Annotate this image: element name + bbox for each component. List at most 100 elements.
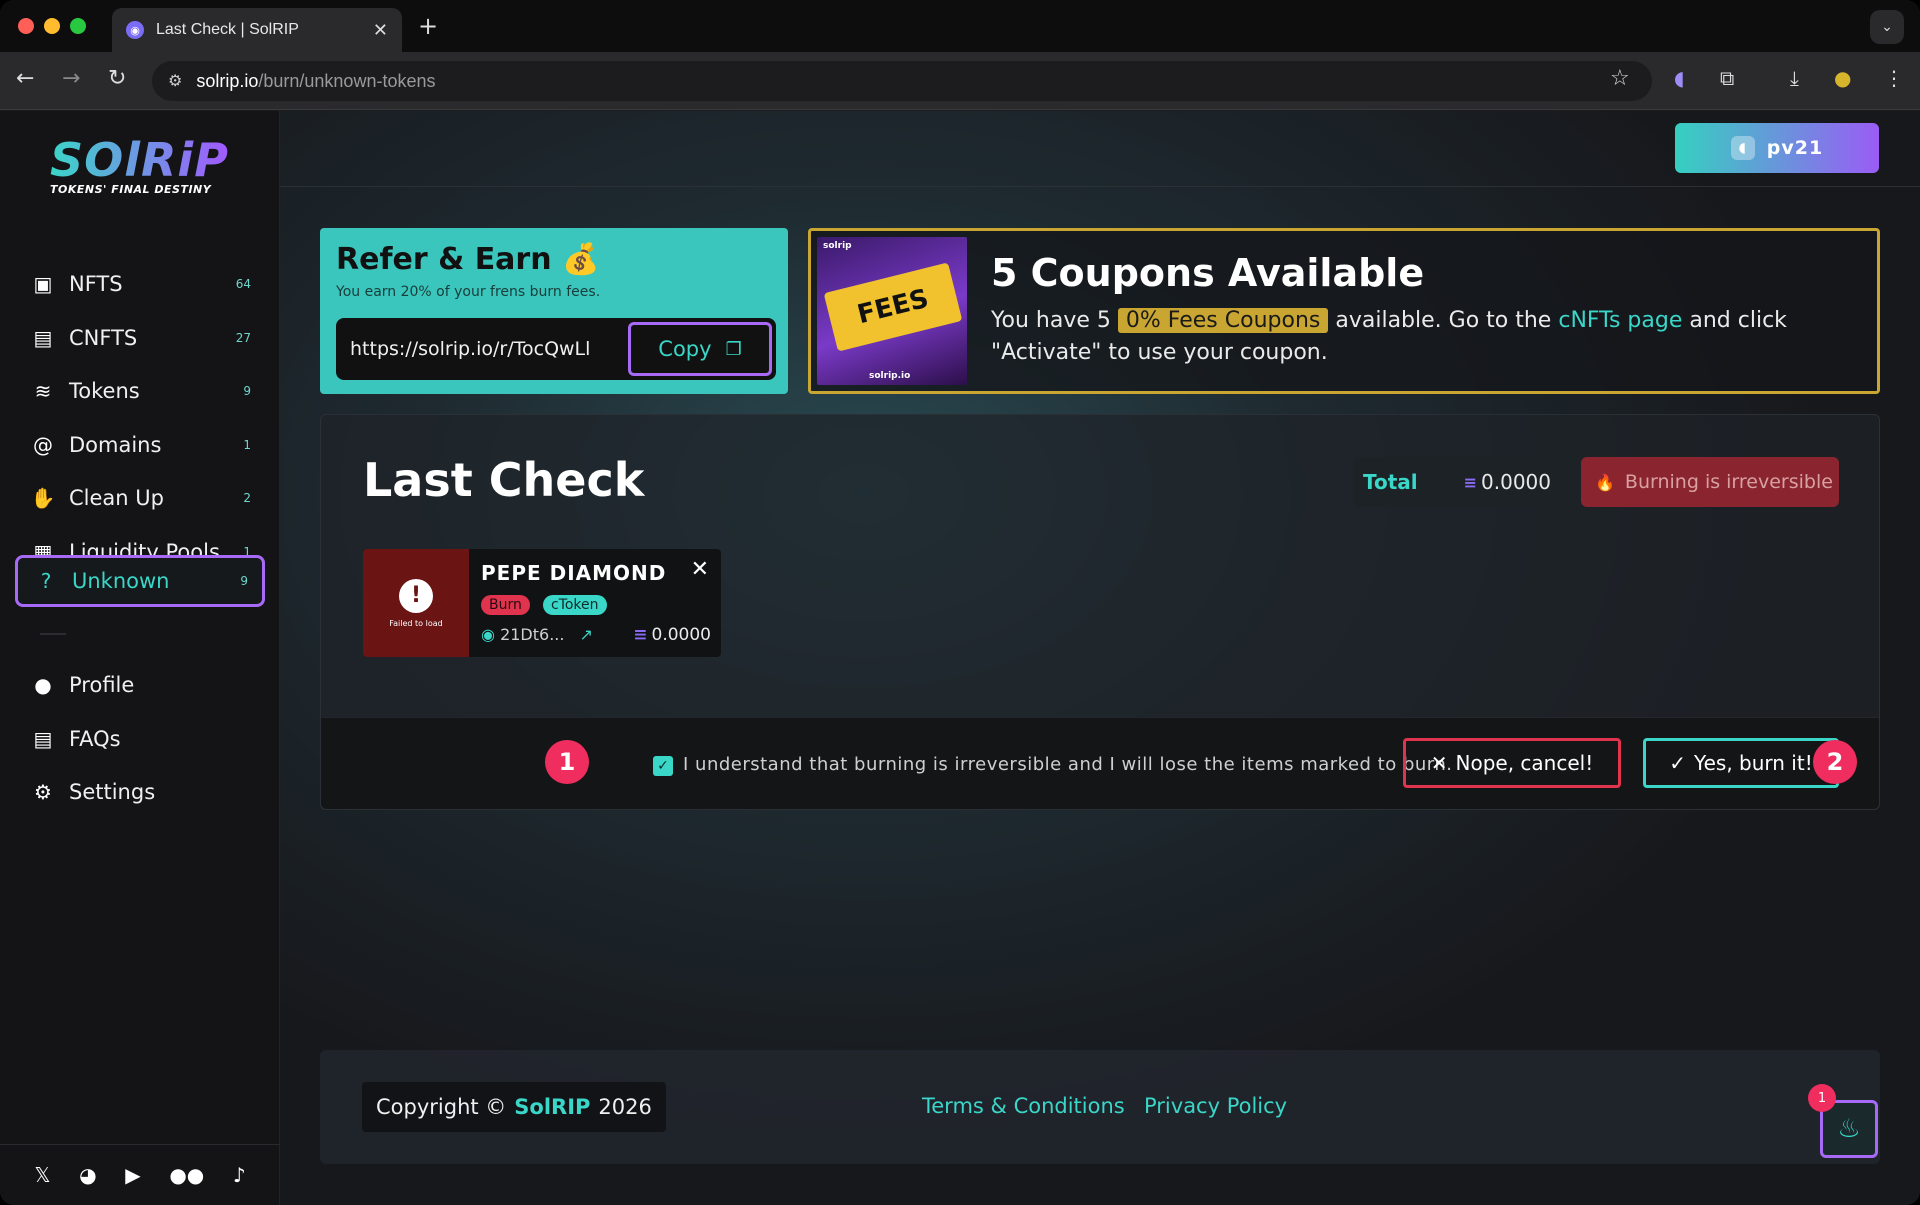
burn-tag: Burn bbox=[481, 595, 530, 615]
token-value: ≡ 0.0000 bbox=[633, 625, 711, 645]
sidebar-item-label: Unknown bbox=[72, 569, 170, 593]
new-tab-button[interactable]: + bbox=[418, 12, 438, 40]
flame-icon: ♨ bbox=[1837, 1114, 1861, 1144]
user-icon: ● bbox=[34, 673, 52, 697]
irreversible-warning: 🔥 Burning is irreversible bbox=[1581, 457, 1839, 507]
browser-menu-icon[interactable]: ⋮ bbox=[1884, 66, 1904, 90]
at-icon: @ bbox=[33, 433, 53, 457]
copy-label: Copy bbox=[658, 337, 712, 361]
sidebar: SOlRiP TOKENS' FINAL DESTINY ▣ NFTS 64 ▤… bbox=[0, 111, 280, 1205]
x-icon: ✕ bbox=[1430, 751, 1448, 775]
sidebar-item-cnfts[interactable]: ▤ CNFTS 27 bbox=[15, 312, 265, 364]
youtube-icon[interactable]: ▶ bbox=[125, 1163, 140, 1187]
token-address[interactable]: ◉ 21Dt6... ↗ bbox=[481, 625, 593, 644]
back-icon[interactable]: ← bbox=[16, 66, 34, 91]
cancel-button[interactable]: ✕ Nope, cancel! bbox=[1403, 738, 1621, 788]
browser-window: ◉ Last Check | SolRIP ✕ + ⌄ ← → ↻ ⚙ solr… bbox=[0, 0, 1920, 1205]
url-path: /burn/unknown-tokens bbox=[258, 70, 436, 91]
app-viewport: SOlRiP TOKENS' FINAL DESTINY ▣ NFTS 64 ▤… bbox=[0, 111, 1920, 1205]
sidebar-item-faqs[interactable]: ▤ FAQs bbox=[15, 713, 265, 765]
image-icon: ▣ bbox=[33, 272, 53, 296]
sidebar-item-label: Clean Up bbox=[69, 486, 164, 510]
sidebar-item-count: 9 bbox=[240, 574, 248, 588]
coupon-image-brand: solrip bbox=[823, 241, 852, 251]
coupon-image: solrip FEES solrip.io bbox=[817, 237, 967, 385]
copy-referral-button[interactable]: Copy ❐ bbox=[628, 322, 772, 376]
extensions-icon[interactable]: ⧉ bbox=[1720, 66, 1734, 90]
wallet-label: pv21 bbox=[1766, 137, 1824, 159]
tiktok-icon[interactable]: ♪ bbox=[233, 1163, 246, 1187]
medium-icon[interactable]: ●● bbox=[169, 1163, 204, 1187]
terms-link[interactable]: Terms & Conditions bbox=[922, 1094, 1125, 1118]
sidebar-item-count: 2 bbox=[243, 491, 251, 505]
download-icon[interactable]: ⤓ bbox=[1790, 66, 1799, 90]
minimize-window-icon[interactable] bbox=[44, 18, 60, 34]
sidebar-item-settings[interactable]: ⚙ Settings bbox=[15, 766, 265, 818]
warning-text: Burning is irreversible bbox=[1624, 471, 1833, 493]
bookmark-star-icon[interactable]: ☆ bbox=[1610, 66, 1630, 91]
token-address-text: 21Dt6... bbox=[500, 625, 565, 644]
sidebar-item-label: FAQs bbox=[69, 727, 121, 751]
cnfts-page-link[interactable]: cNFTs page bbox=[1558, 308, 1682, 333]
profile-avatar-icon[interactable]: ● bbox=[1834, 66, 1851, 90]
sidebar-item-profile[interactable]: ● Profile bbox=[15, 659, 265, 711]
hand-icon: ✋ bbox=[30, 486, 56, 510]
close-window-icon[interactable] bbox=[18, 18, 34, 34]
burn-button[interactable]: ✓ Yes, burn it! bbox=[1643, 738, 1839, 788]
wallet-button[interactable]: ◖ pv21 bbox=[1675, 123, 1879, 173]
referral-url[interactable]: https://solrip.io/r/TocQwLl bbox=[350, 338, 630, 360]
coupons-title: 5 Coupons Available bbox=[991, 251, 1425, 295]
sidebar-divider bbox=[40, 633, 66, 635]
token-value-text: 0.0000 bbox=[651, 625, 711, 645]
coupon-ticket: FEES bbox=[823, 262, 963, 352]
browser-tab[interactable]: ◉ Last Check | SolRIP ✕ bbox=[112, 8, 402, 52]
sidebar-item-clean-up[interactable]: ✋ Clean Up 2 bbox=[15, 472, 265, 524]
forward-icon[interactable]: → bbox=[62, 66, 80, 91]
coupon-ticket-label: FEES bbox=[854, 283, 932, 331]
discord-icon[interactable]: ◕ bbox=[79, 1163, 96, 1187]
sidebar-item-label: NFTS bbox=[69, 272, 123, 296]
file-icon: ▤ bbox=[33, 326, 53, 350]
copyright-prefix: Copyright © bbox=[376, 1095, 507, 1119]
sidebar-item-tokens[interactable]: ≋ Tokens 9 bbox=[15, 365, 265, 417]
tab-title: Last Check | SolRIP bbox=[156, 21, 299, 38]
total-value: 0.0000 bbox=[1481, 470, 1551, 494]
alert-icon: ! bbox=[399, 578, 433, 613]
step-1-badge: 1 bbox=[545, 740, 589, 784]
site-settings-icon[interactable]: ⚙ bbox=[168, 71, 182, 91]
copyright-year: 2026 bbox=[598, 1095, 652, 1119]
cancel-label: Nope, cancel! bbox=[1455, 751, 1594, 775]
fire-icon: 🔥 bbox=[1595, 472, 1615, 492]
sidebar-item-unknown[interactable]: ? Unknown 9 bbox=[15, 555, 265, 607]
solscan-icon: ◉ bbox=[481, 625, 495, 644]
token-name: PEPE DIAMOND bbox=[481, 561, 667, 585]
token-type-tag: cToken bbox=[543, 595, 607, 615]
tab-close-icon[interactable]: ✕ bbox=[373, 20, 388, 41]
referral-link-box: https://solrip.io/r/TocQwLl Copy ❐ bbox=[336, 318, 776, 380]
maximize-window-icon[interactable] bbox=[70, 18, 86, 34]
coupons-text: You have 5 0% Fees Coupons available. Go… bbox=[991, 305, 1851, 369]
solrip-favicon-icon: ◉ bbox=[126, 21, 144, 39]
header-divider bbox=[280, 186, 1920, 187]
external-link-icon[interactable]: ↗ bbox=[580, 625, 593, 644]
sidebar-item-domains[interactable]: @ Domains 1 bbox=[15, 419, 265, 471]
address-bar[interactable]: ⚙ solrip.io /burn/unknown-tokens bbox=[152, 61, 1652, 101]
refer-subtitle: You earn 20% of your frens burn fees. bbox=[336, 284, 601, 300]
solana-icon: ≡ bbox=[633, 625, 648, 645]
privacy-link[interactable]: Privacy Policy bbox=[1144, 1094, 1287, 1118]
x-twitter-icon[interactable]: 𝕏 bbox=[34, 1163, 50, 1187]
social-links: 𝕏 ◕ ▶ ●● ♪ bbox=[0, 1144, 280, 1205]
phantom-extension-icon[interactable]: ◖ bbox=[1674, 66, 1685, 90]
solrip-logo[interactable]: SOlRiP bbox=[50, 133, 229, 187]
refer-earn-card: Refer & Earn 💰 You earn 20% of your fren… bbox=[320, 228, 788, 394]
sidebar-item-label: CNFTS bbox=[69, 326, 138, 350]
reload-icon[interactable]: ↻ bbox=[108, 66, 126, 91]
page-title: Last Check bbox=[363, 453, 645, 507]
confirm-checkbox[interactable]: ✓ bbox=[653, 756, 673, 776]
cart-count-badge: 1 bbox=[1808, 1084, 1836, 1112]
remove-token-icon[interactable]: ✕ bbox=[691, 557, 709, 582]
sidebar-item-count: 9 bbox=[243, 384, 251, 398]
confirm-text[interactable]: I understand that burning is irreversibl… bbox=[683, 754, 1453, 775]
sidebar-item-nfts[interactable]: ▣ NFTS 64 bbox=[15, 258, 265, 310]
tab-search-icon[interactable]: ⌄ bbox=[1870, 10, 1904, 44]
